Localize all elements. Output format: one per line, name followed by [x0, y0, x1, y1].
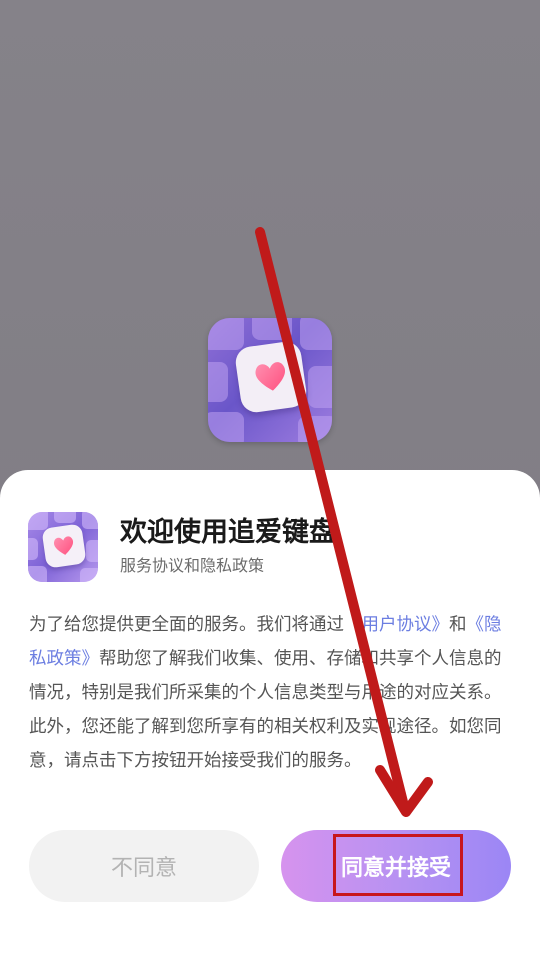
annotation-highlight-box — [333, 834, 463, 896]
heart-key — [41, 523, 87, 569]
body-text-part1: 为了给您提供更全面的服务。我们将通过 — [29, 615, 344, 635]
app-icon — [28, 512, 98, 582]
dialog-title: 欢迎使用追爱键盘 — [120, 517, 336, 548]
user-agreement-link[interactable]: 《用户协议》 — [344, 615, 449, 635]
body-text-part2: 和 — [449, 615, 467, 635]
heart-key — [233, 339, 309, 415]
decline-button[interactable]: 不同意 — [29, 830, 259, 902]
heart-icon — [53, 536, 74, 555]
body-text-part3: 帮助您了解我们收集、使用、存储和共享个人信息的情况，特别是我们所采集的个人信息类… — [29, 649, 502, 771]
dialog-body: 为了给您提供更全面的服务。我们将通过《用户协议》和《隐私政策》帮助您了解我们收集… — [29, 608, 511, 778]
app-icon-large — [208, 318, 332, 442]
heart-icon — [255, 362, 286, 391]
dialog-subtitle: 服务协议和隐私政策 — [120, 556, 265, 575]
